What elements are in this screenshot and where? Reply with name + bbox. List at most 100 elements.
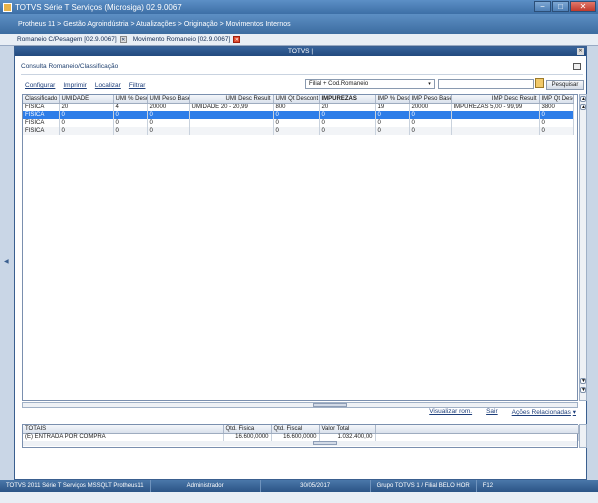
status-help-key: F12 [482,483,494,489]
col-valor-total[interactable]: Valor Total [319,425,376,434]
col-classificado[interactable]: Classificado [23,95,60,104]
col-qtd-fisica[interactable]: Qtd. Fisica [223,425,272,434]
tab-movimento-romaneio[interactable]: Movimento Romaneio [02.9.0067] ✕ [130,34,244,45]
results-grid[interactable]: Classificado UMIDADE UMI % Desc UMI Peso… [22,94,578,401]
side-panel-handle-icon[interactable]: ◀ [4,258,9,265]
scroll-top-icon[interactable]: ▲ [580,96,586,102]
totals-horizontal-scrollbar[interactable] [23,441,577,446]
sair-button[interactable]: Sair [486,408,498,416]
search-button[interactable]: Pesquisar [546,80,584,90]
search-icon[interactable] [535,78,544,88]
table-cell: FISICA [23,119,60,127]
configurar-link[interactable]: Configurar [25,82,55,89]
acoes-relacionadas-menu[interactable]: Ações Relacionadas ▾ [512,408,576,416]
table-cell: 0 [409,127,452,135]
table-row[interactable]: FISICA 0 0 0 0 0 0 0 0 [23,127,574,135]
col-umi-peso-base[interactable]: UMI Peso Base [147,95,190,104]
breadcrumb: Protheus 11 > Gestão Agroindústria > Atu… [0,14,598,34]
acoes-label: Ações Relacionadas [511,409,571,416]
table-cell: 0 [59,111,114,119]
col-imp-desc-result[interactable]: IMP Desc Result [451,95,540,104]
scroll-down-icon[interactable]: ▼ [580,378,586,384]
totals-header-row: TOTAIS Qtd. Fisica Qtd. Fiscal Valor Tot… [23,425,579,434]
table-cell: 0 [375,119,410,127]
dialog-title: TOTVS | [287,48,314,55]
grid-vertical-scrollbar[interactable]: ▲ ▲ ▼ ▼ [579,94,587,401]
table-cell: 16.600,0000 [271,433,320,441]
section-title: Consulta Romaneio/Classificação [21,63,119,70]
table-cell: 0 [375,127,410,135]
table-cell: 0 [375,111,410,119]
table-cell: 0 [409,119,452,127]
table-cell [189,127,274,135]
dialog-window: TOTVS | ✕ Consulta Romaneio/Classificaçã… [14,46,587,480]
col-umi-desc-result[interactable]: UMI Desc Result [189,95,274,104]
col-totais[interactable]: TOTAIS [23,425,224,434]
table-cell: (E) ENTRADA POR COMPRA [23,433,224,441]
col-imp-peso-base[interactable]: IMP Peso Base [409,95,452,104]
table-row[interactable]: FISICA 20 4 20000 UMIDADE 20 - 20,99 800… [23,103,574,111]
table-cell: 800 [273,103,320,111]
index-select[interactable]: Filial + Cod.Romaneio ▾ [305,79,435,89]
close-icon[interactable]: ✕ [570,1,596,12]
col-imp-desc[interactable]: IMP % Desc [375,95,410,104]
tab-bar: Romaneio C/Pesagem [02.9.0067] ✕ Movimen… [0,34,598,46]
tab-label: Romaneio C/Pesagem [02.9.0067] [17,36,117,43]
scroll-thumb[interactable] [313,441,337,445]
col-qtd-fiscal[interactable]: Qtd. Fiscal [271,425,320,434]
totals-vertical-scrollbar[interactable] [579,424,587,448]
window-controls: − □ ✕ [534,1,596,12]
minimize-icon[interactable]: − [534,1,551,12]
table-cell: 1.032.400,00 [319,433,376,441]
status-branch: Grupo TOTVS 1 / Filial BELO HOR [371,480,477,492]
tab-close-icon[interactable]: ✕ [233,36,241,43]
dialog-close-icon[interactable]: ✕ [577,48,584,55]
table-cell: 16.600,0000 [223,433,272,441]
table-cell: 0 [59,119,114,127]
status-date: 30/05/2017 [261,480,371,492]
chevron-down-icon: ▾ [572,409,576,416]
table-cell: 0 [539,127,574,135]
tab-romaneio-pesagem[interactable]: Romaneio C/Pesagem [02.9.0067] ✕ [14,34,130,45]
col-umi-desc[interactable]: UMI % Desc [113,95,148,104]
index-select-value: Filial + Cod.Romaneio [309,81,369,87]
table-cell: 0 [273,119,320,127]
totals-grid[interactable]: TOTAIS Qtd. Fisica Qtd. Fiscal Valor Tot… [22,424,579,448]
status-environment: TOTVS 2011 Série T Serviços MSSQLT Proth… [0,480,151,492]
totals-row[interactable]: (E) ENTRADA POR COMPRA 16.600,0000 16.60… [23,433,579,441]
printer-icon[interactable] [573,63,581,70]
table-cell: 0 [147,127,190,135]
table-cell: 0 [147,119,190,127]
table-cell: 0 [147,111,190,119]
window-title: TOTVS Série T Serviços (Microsiga) 02.9.… [15,2,182,12]
maximize-icon[interactable]: □ [552,1,569,12]
tab-label: Movimento Romaneio [02.9.0067] [132,36,231,43]
chevron-down-icon[interactable]: ▾ [426,81,433,88]
scroll-up-icon[interactable]: ▲ [580,104,586,110]
table-cell [375,433,579,441]
localizar-link[interactable]: Localizar [95,82,121,89]
visualizar-button[interactable]: Visualizar rom. [429,408,472,416]
table-cell [189,111,274,119]
filtrar-link[interactable]: Filtrar [129,82,146,89]
table-cell [451,119,540,127]
table-row-selected[interactable]: FISICA 0 0 0 0 0 0 0 0 [23,111,574,119]
table-cell: 0 [409,111,452,119]
tab-close-icon[interactable]: ✕ [119,36,127,43]
scroll-thumb[interactable] [313,403,347,407]
table-cell: 0 [113,127,148,135]
imprimir-link[interactable]: Imprimir [63,82,86,89]
table-row[interactable]: FISICA 0 0 0 0 0 0 0 0 [23,119,574,127]
search-input[interactable] [438,79,534,89]
table-cell: FISICA [23,111,60,119]
scroll-bottom-icon[interactable]: ▼ [580,387,586,393]
col-impurezas[interactable]: IMPUREZAS [319,95,376,104]
grid-header-row: Classificado UMIDADE UMI % Desc UMI Peso… [23,95,574,104]
table-cell: IMPUREZAS 5,00 - 99,99 [451,103,540,111]
col-imp-qt-desc[interactable]: IMP Qt Desc [539,95,574,104]
table-cell [189,119,274,127]
col-umidade[interactable]: UMIDADE [59,95,114,104]
col-umi-qt-descont[interactable]: UMI Qt Descont [273,95,320,104]
action-bar: Visualizar rom. Sair Ações Relacionadas … [429,408,576,416]
table-cell: 19 [375,103,410,111]
